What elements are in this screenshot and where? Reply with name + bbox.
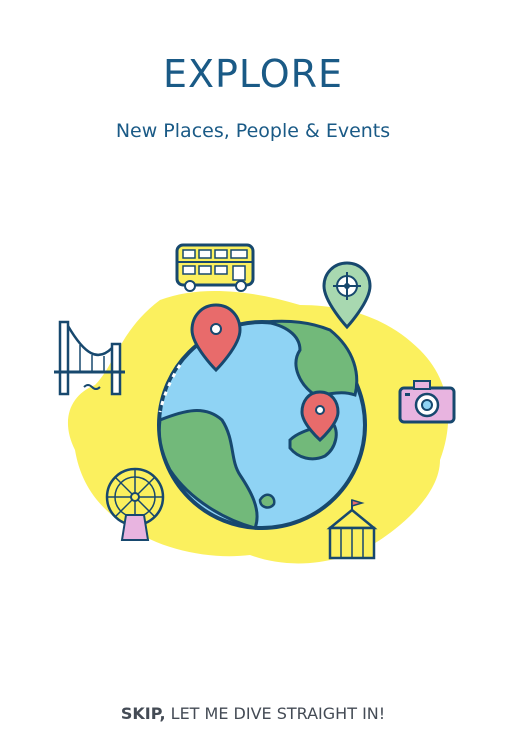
skip-label-rest: LET ME DIVE STRAIGHT IN! [165,704,386,723]
skip-label-bold: SKIP, [120,704,166,723]
onboarding-screen: EXPLORE New Places, People & Events SKIP… [0,0,506,745]
page-subtitle: New Places, People & Events [115,120,391,142]
camera-icon [398,380,456,424]
page-title: EXPLORE [162,52,344,96]
bus-icon [175,243,255,292]
bridge-icon [54,320,125,396]
explore-illustration [54,243,456,564]
skip-link[interactable]: SKIP, LET ME DIVE STRAIGHT IN! [0,704,506,723]
